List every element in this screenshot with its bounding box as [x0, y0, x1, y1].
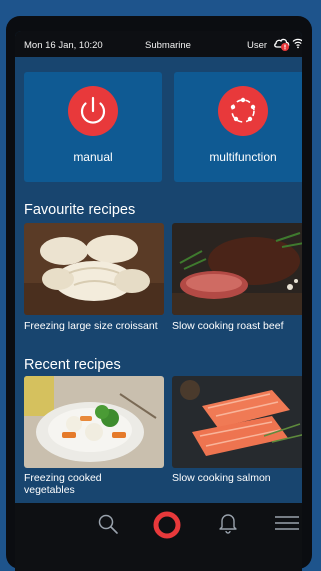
croissant-recipe-image[interactable] [24, 223, 164, 315]
recent-recipes-title: Recent recipes [24, 357, 121, 373]
wifi-icon [292, 38, 302, 49]
roast-beef-recipe-label[interactable]: Slow cooking roast beef [172, 320, 302, 332]
multifunction-mode-button[interactable]: multifunction [174, 72, 302, 182]
manual-mode-label: manual [73, 150, 113, 164]
croissant-recipe-label[interactable]: Freezing large size croissant [24, 320, 164, 332]
bottom-navigation [15, 503, 302, 571]
status-datetime: Mon 16 Jan, 10:20 [24, 40, 103, 51]
vegetables-recipe-image[interactable] [24, 376, 164, 468]
favourite-recipes-title: Favourite recipes [24, 202, 136, 218]
roast-beef-recipe-image[interactable] [172, 223, 302, 315]
cloud-alert-icon[interactable] [273, 36, 291, 52]
cycle-icon [218, 86, 268, 136]
menu-icon[interactable] [274, 515, 300, 531]
status-user[interactable]: User [247, 40, 267, 51]
bell-icon[interactable] [218, 512, 238, 534]
vegetables-recipe-label[interactable]: Freezing cooked vegetables [24, 472, 144, 496]
status-bar: Mon 16 Jan, 10:20 Submarine User [15, 31, 302, 57]
search-icon[interactable] [97, 513, 119, 535]
app-screen: Mon 16 Jan, 10:20 Submarine User manual [15, 31, 302, 571]
salmon-recipe-label[interactable]: Slow cooking salmon [172, 472, 302, 484]
status-mode: Submarine [145, 40, 191, 51]
home-icon[interactable] [153, 511, 181, 539]
salmon-recipe-image[interactable] [172, 376, 302, 468]
power-icon [68, 86, 118, 136]
manual-mode-button[interactable]: manual [24, 72, 162, 182]
multifunction-mode-label: multifunction [209, 150, 277, 164]
